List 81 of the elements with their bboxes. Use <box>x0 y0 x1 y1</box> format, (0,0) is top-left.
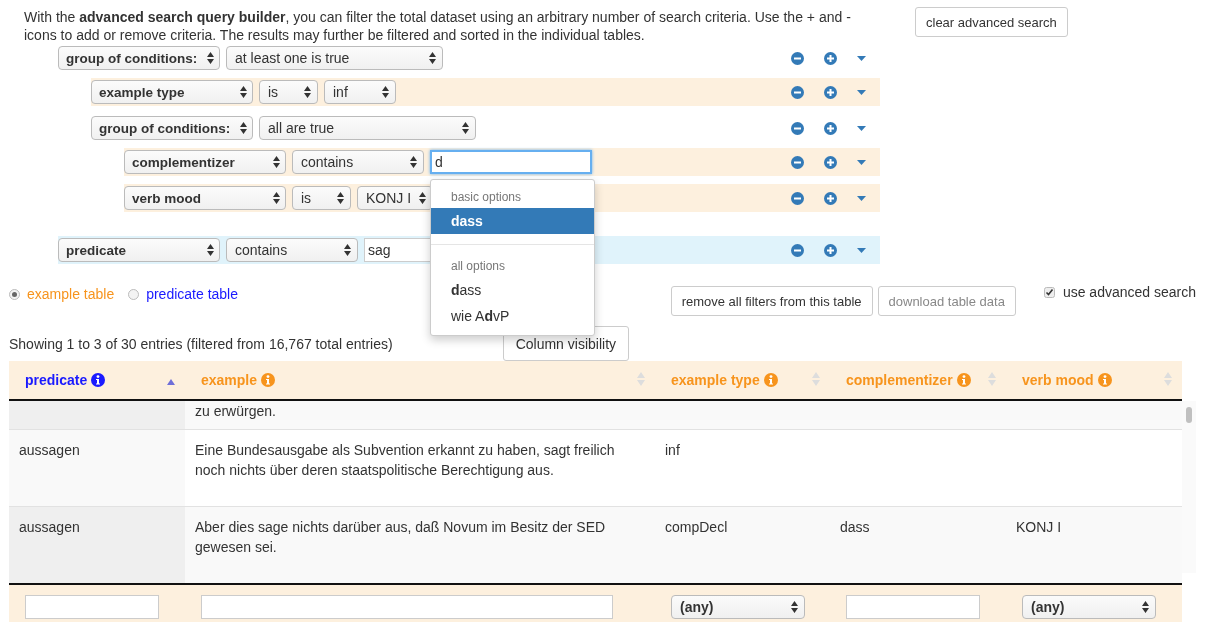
updown-arrow-icon <box>207 244 214 256</box>
mode-select[interactable]: all are true <box>259 116 476 140</box>
menu-option[interactable]: dass <box>431 277 594 303</box>
table-cell: inf <box>665 442 680 458</box>
updown-arrow-icon <box>382 86 389 98</box>
updown-arrow-icon <box>419 192 427 204</box>
menu-option[interactable]: wie AdvP <box>431 303 594 329</box>
field-select[interactable]: example type <box>91 80 253 104</box>
field-select[interactable]: verb mood <box>124 186 286 210</box>
remove-icon[interactable] <box>791 191 804 205</box>
remove-icon[interactable] <box>791 85 804 99</box>
caret-icon[interactable] <box>857 55 866 61</box>
filter-field[interactable] <box>846 595 980 619</box>
operator-select[interactable]: contains <box>292 150 424 174</box>
caret-icon[interactable] <box>857 125 866 131</box>
updown-arrow-icon <box>337 192 344 204</box>
add-icon[interactable] <box>824 121 837 135</box>
value-select[interactable]: inf <box>324 80 396 104</box>
operator-select[interactable]: contains <box>226 238 358 262</box>
table-cell: Eine Bundesausgabe als Subvention erkannt zu haben, sagt freilich noch nichts über deren staatspolitische Berechtigung aus. <box>195 442 615 478</box>
remove-icon[interactable] <box>791 243 804 257</box>
add-icon[interactable] <box>824 51 837 65</box>
table-button[interactable]: remove all filters from this table <box>670 286 873 316</box>
caret-icon[interactable] <box>857 89 866 95</box>
updown-arrow-icon <box>304 86 311 98</box>
mode-select[interactable]: at least one is true <box>226 46 443 70</box>
field-select[interactable]: complementizer <box>124 150 286 174</box>
add-icon[interactable] <box>824 85 837 99</box>
caret-icon[interactable] <box>857 247 866 253</box>
sort-ascending-icon[interactable] <box>167 379 175 385</box>
radio-button[interactable] <box>9 288 20 300</box>
field-select[interactable]: predicate <box>58 238 220 262</box>
caret-icon[interactable] <box>857 159 866 165</box>
checkbox-label[interactable]: use advanced search <box>1062 284 1196 300</box>
table-cell: aussagen <box>19 519 80 535</box>
add-icon[interactable] <box>824 155 837 169</box>
caret-icon[interactable] <box>857 195 866 201</box>
remove-icon[interactable] <box>791 51 804 65</box>
value-field[interactable]: d <box>430 150 592 174</box>
radio-label[interactable]: predicate table <box>146 286 238 302</box>
updown-arrow-icon <box>791 601 798 613</box>
remove-icon[interactable] <box>791 121 804 135</box>
operator-select[interactable]: is <box>259 80 318 104</box>
table-cell: zu erwürgen. <box>195 403 276 419</box>
filter-field[interactable] <box>201 595 613 619</box>
intro-text: With the advanced search query builder, you can filter the total dataset using an arbitrary number of search criteria. Use the + and - icons to add or remove criteria. The results may further be filtered and sorted in the individual tables. <box>24 8 852 44</box>
clear-search-button[interactable]: clear advanced search <box>915 7 1068 37</box>
updown-arrow-icon <box>240 86 247 98</box>
menu-option[interactable]: dass <box>431 208 594 234</box>
filter-field[interactable] <box>25 595 159 619</box>
menu-heading: basic options <box>450 189 523 206</box>
menu-heading: all options <box>450 258 507 275</box>
table-cell: dass <box>840 519 870 535</box>
checkbox[interactable] <box>1043 286 1055 298</box>
scrollbar[interactable] <box>1182 401 1196 573</box>
updown-arrow-icon <box>207 52 214 64</box>
filter-select[interactable]: (any) <box>1022 595 1156 619</box>
add-icon[interactable] <box>824 243 837 257</box>
column-title[interactable]: predicate <box>25 372 88 388</box>
operator-select[interactable]: is <box>292 186 351 210</box>
updown-arrow-icon <box>462 122 469 134</box>
updown-arrow-icon <box>273 192 280 204</box>
remove-icon[interactable] <box>791 155 804 169</box>
table-cell: aussagen <box>19 442 80 458</box>
radio-button[interactable] <box>128 288 140 300</box>
updown-arrow-icon <box>1142 601 1149 613</box>
table-cell: compDecl <box>665 519 728 535</box>
field-select[interactable]: group of conditions: <box>91 116 253 140</box>
field-select[interactable]: group of conditions: <box>58 46 220 70</box>
updown-arrow-icon <box>273 156 280 168</box>
table-cell: KONJ I <box>1016 519 1062 535</box>
add-icon[interactable] <box>824 191 837 205</box>
updown-arrow-icon <box>429 52 436 64</box>
entries-info: Showing 1 to 3 of 30 entries (filtered from 16,767 total entries) <box>9 335 393 352</box>
table-cell: Aber dies sage nichts darüber aus, daß Novum im Besitz der SED gewesen sei. <box>195 519 606 555</box>
updown-arrow-icon <box>240 122 247 134</box>
filter-select[interactable]: (any) <box>671 595 805 619</box>
updown-arrow-icon <box>344 244 351 256</box>
updown-arrow-icon <box>410 156 417 168</box>
info-icon[interactable] <box>91 373 106 387</box>
column-header[interactable]: predicate <box>9 361 185 400</box>
